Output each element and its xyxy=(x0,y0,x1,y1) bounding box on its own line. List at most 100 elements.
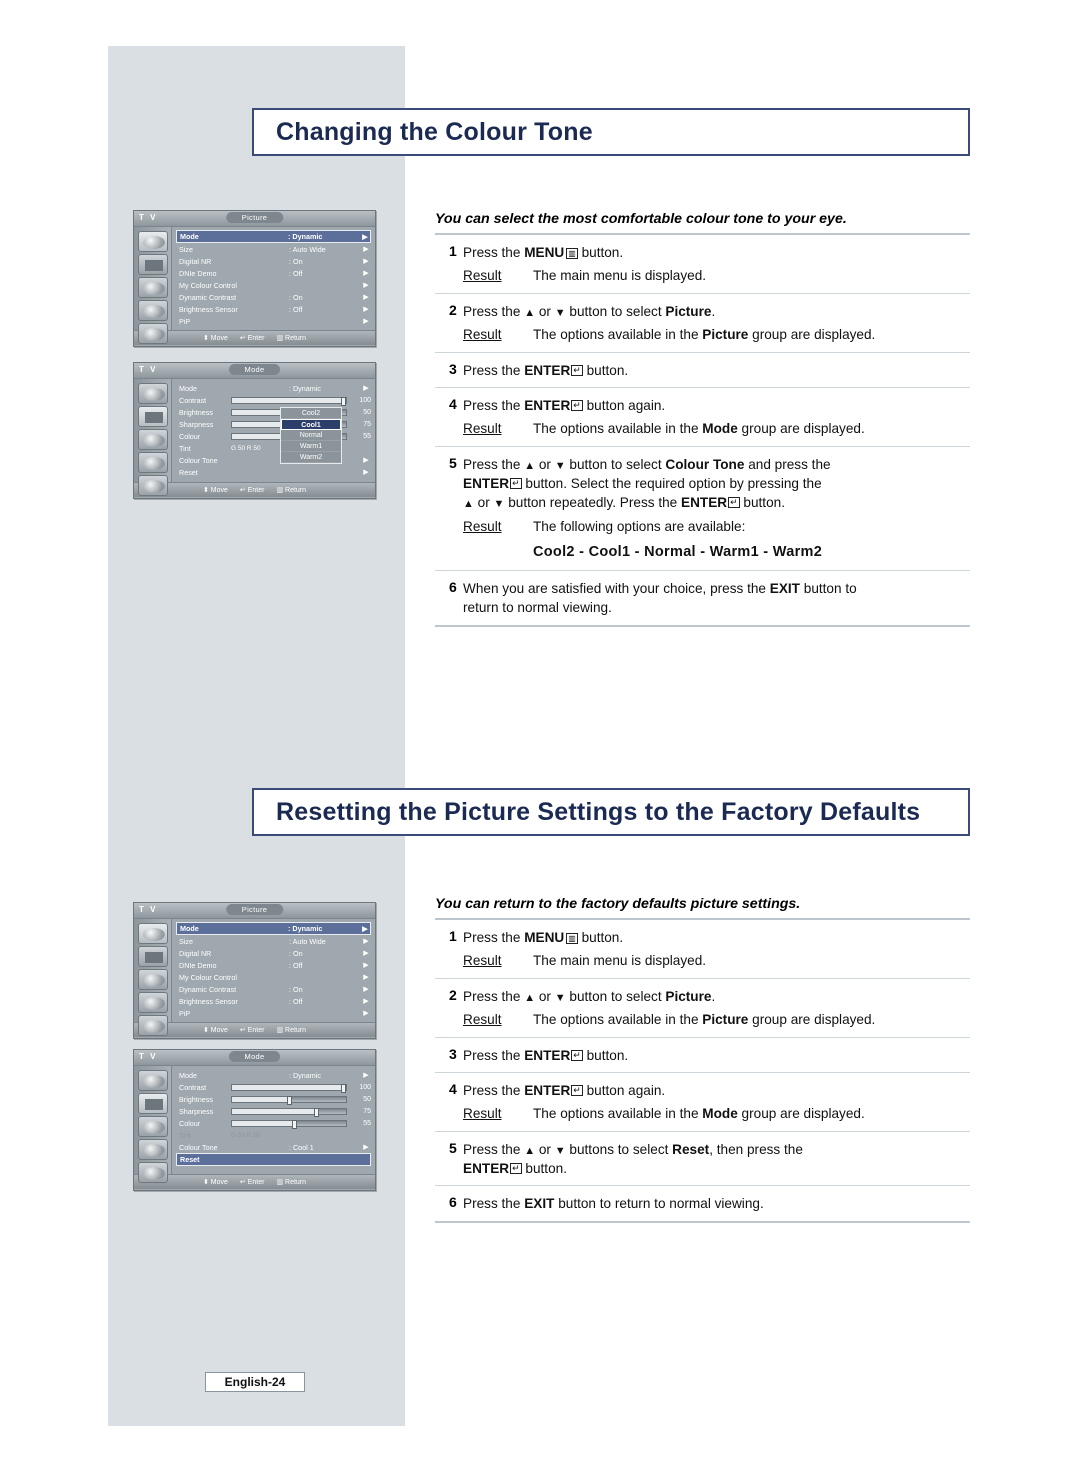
osd-row[interactable]: Contrast 100 xyxy=(176,1081,371,1093)
osd-row[interactable]: PiP ▶ xyxy=(176,315,371,327)
step-number: 3 xyxy=(449,1045,457,1062)
setup-icon[interactable] xyxy=(137,323,168,344)
osd-row[interactable]: Dynamic Contrast: On ▶ xyxy=(176,983,371,995)
osd-row[interactable]: Mode: Dynamic ▶ xyxy=(176,230,371,243)
colour-tone-dropdown[interactable]: Cool2 Cool1 Normal Warm1 Warm2 xyxy=(280,407,342,464)
picture-icon[interactable] xyxy=(137,254,168,275)
enter-icon: ↵ xyxy=(571,364,583,376)
result-text: The options available in the Mode group … xyxy=(533,421,865,437)
chevron-right-icon: ▶ xyxy=(363,1072,369,1079)
osd-row[interactable]: Brightness Sensor: Off ▶ xyxy=(176,995,371,1007)
step-text: Press the EXIT button to return to norma… xyxy=(463,1196,764,1212)
step-number: 6 xyxy=(449,578,457,595)
result-label: Result xyxy=(463,953,502,969)
dropdown-option-warm2[interactable]: Warm2 xyxy=(281,452,341,463)
slider-contrast[interactable] xyxy=(231,396,347,406)
enter-icon: ↵ xyxy=(571,1084,583,1096)
osd-footer: ⬍ Move ↵ Enter ▥ Return xyxy=(134,1174,375,1189)
osd-row[interactable]: Digital NR: On ▶ xyxy=(176,947,371,959)
osd-row[interactable]: Brightness Sensor: Off ▶ xyxy=(176,303,371,315)
input-icon[interactable] xyxy=(137,923,168,944)
setup-icon[interactable] xyxy=(137,1162,168,1183)
input-icon[interactable] xyxy=(137,1070,168,1091)
section-title-banner-1: Changing the Colour Tone xyxy=(252,108,970,156)
result-text: The following options are available: xyxy=(533,519,746,535)
osd-row[interactable]: Brightness 50 xyxy=(176,1093,371,1105)
osd-row-label: PiP xyxy=(179,1008,191,1018)
dropdown-option-warm1[interactable]: Warm1 xyxy=(281,441,341,452)
sound-icon[interactable] xyxy=(137,1116,168,1137)
osd-row-label: Reset xyxy=(180,1155,200,1164)
menu-icon: ▥ xyxy=(566,248,578,260)
input-icon[interactable] xyxy=(137,231,168,252)
osd-row-reset[interactable]: Reset xyxy=(176,1153,371,1166)
osd-row[interactable]: Size: Auto Wide ▶ xyxy=(176,243,371,255)
channel-icon[interactable] xyxy=(137,452,168,473)
step-text: Press the ▲ or ▼ button to select Pictur… xyxy=(463,988,716,1004)
dropdown-option-cool1[interactable]: Cool1 xyxy=(281,419,341,430)
channel-icon[interactable] xyxy=(137,992,168,1013)
osd-row[interactable]: Sharpness 75 xyxy=(176,1105,371,1117)
dropdown-option-cool2[interactable]: Cool2 xyxy=(281,408,341,419)
osd-row[interactable]: Colour Tone: Cool 1 ▶ xyxy=(176,1141,371,1153)
channel-icon[interactable] xyxy=(137,1139,168,1160)
osd-row[interactable]: DNIe Demo: Off ▶ xyxy=(176,267,371,279)
setup-icon[interactable] xyxy=(137,475,168,496)
input-icon[interactable] xyxy=(137,383,168,404)
result-text: The options available in the Mode group … xyxy=(533,1106,865,1122)
slider-contrast[interactable] xyxy=(231,1083,347,1093)
picture-icon[interactable] xyxy=(137,1093,168,1114)
picture-icon[interactable] xyxy=(137,946,168,967)
osd-row-value: : Auto Wide xyxy=(289,244,326,254)
osd-row-value: : Cool 1 xyxy=(289,1142,314,1152)
step-text: Press the MENU ▥ button. xyxy=(463,930,624,946)
osd-row-value: : Dynamic xyxy=(288,924,323,933)
osd-row-label: Dynamic Contrast xyxy=(179,984,237,994)
osd-row[interactable]: Reset ▶ xyxy=(176,466,371,478)
instructions-block-2: You can return to the factory defaults p… xyxy=(435,895,970,1223)
chevron-right-icon: ▶ xyxy=(363,294,369,301)
dropdown-option-normal[interactable]: Normal xyxy=(281,430,341,441)
picture-icon[interactable] xyxy=(137,406,168,427)
osd-footer-move: ⬍ Move xyxy=(202,335,228,342)
osd-row[interactable]: Size: Auto Wide ▶ xyxy=(176,935,371,947)
slider-colour[interactable] xyxy=(231,1119,347,1129)
osd-row[interactable]: DNIe Demo: Off ▶ xyxy=(176,959,371,971)
osd-row[interactable]: Mode: Dynamic ▶ xyxy=(176,922,371,935)
step-row: 2 Press the ▲ or ▼ button to select Pict… xyxy=(435,294,970,352)
chevron-right-icon: ▶ xyxy=(363,258,369,265)
osd-icon-column xyxy=(134,1066,172,1183)
osd-row[interactable]: PiP ▶ xyxy=(176,1007,371,1019)
osd-row-label: Digital NR xyxy=(179,948,212,958)
chevron-right-icon: ▶ xyxy=(363,1144,369,1151)
osd-row[interactable]: Tint G 50 R 50 xyxy=(176,1129,371,1141)
osd-row[interactable]: Digital NR: On ▶ xyxy=(176,255,371,267)
result-label: Result xyxy=(463,1106,502,1122)
channel-icon[interactable] xyxy=(137,300,168,321)
chevron-right-icon: ▶ xyxy=(363,1010,369,1017)
osd-row-label: My Colour Control xyxy=(179,280,237,290)
step-number: 1 xyxy=(449,243,457,260)
osd-row[interactable]: Contrast 100 xyxy=(176,394,371,406)
slider-brightness[interactable] xyxy=(231,1095,347,1105)
menu-icon: ▥ xyxy=(566,933,578,945)
osd-row-label: Tint xyxy=(179,443,191,453)
setup-icon[interactable] xyxy=(137,1015,168,1036)
sound-icon[interactable] xyxy=(137,277,168,298)
osd-row[interactable]: Mode: Dynamic ▶ xyxy=(176,382,371,394)
osd-row[interactable]: Colour 55 xyxy=(176,1117,371,1129)
osd-icon-column xyxy=(134,919,172,1036)
osd-row-label: Mode xyxy=(179,383,197,393)
sound-icon[interactable] xyxy=(137,969,168,990)
osd-row[interactable]: Mode: Dynamic ▶ xyxy=(176,1069,371,1081)
slider-sharpness[interactable] xyxy=(231,1107,347,1117)
osd-row-label: Brightness Sensor xyxy=(179,996,238,1006)
chevron-right-icon: ▶ xyxy=(363,306,369,313)
osd-row-list: Mode: Dynamic ▶ Contrast 100 Brightness 50 … xyxy=(172,1066,375,1174)
osd-row-value: : Dynamic xyxy=(288,232,323,241)
osd-row[interactable]: My Colour Control ▶ xyxy=(176,279,371,291)
osd-row[interactable]: My Colour Control ▶ xyxy=(176,971,371,983)
sound-icon[interactable] xyxy=(137,429,168,450)
chevron-right-icon: ▶ xyxy=(363,270,369,277)
osd-row[interactable]: Dynamic Contrast: On ▶ xyxy=(176,291,371,303)
